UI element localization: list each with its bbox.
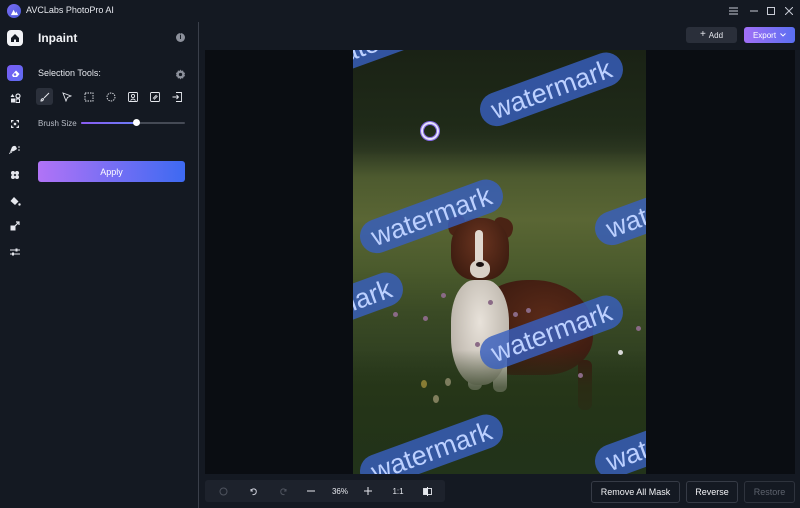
info-icon[interactable]: i [176, 33, 185, 42]
redo-icon [279, 487, 286, 495]
photo-flower [636, 326, 641, 331]
close-icon[interactable] [781, 3, 797, 19]
photo-flower [488, 300, 493, 305]
rail-item-object-removal[interactable] [7, 90, 23, 106]
photo-flower [513, 312, 518, 317]
panel-title: Inpaint [38, 31, 78, 45]
minimize-icon[interactable] [746, 3, 762, 19]
actual-size-button[interactable]: 1:1 [388, 483, 408, 499]
rail-item-enhance[interactable] [7, 116, 23, 132]
brush-cursor [421, 122, 439, 140]
reverse-button[interactable]: Reverse [686, 481, 738, 503]
pattern-select-icon [149, 91, 160, 102]
rail-item-upscale[interactable] [7, 218, 23, 234]
tool-import[interactable] [168, 88, 185, 105]
watermark-mask[interactable]: watermark [590, 166, 646, 250]
panel-resize-handle[interactable] [198, 22, 199, 508]
import-icon [172, 91, 182, 102]
tool-hatch[interactable] [146, 88, 163, 105]
pointer-icon [61, 91, 72, 102]
rail-item-background[interactable] [7, 141, 23, 157]
brush-size-slider[interactable] [81, 119, 185, 126]
minus-icon [307, 490, 315, 492]
paint-bucket-icon [10, 196, 21, 206]
watermark-mask[interactable]: watermark [353, 267, 408, 351]
rail-item-adjust[interactable] [7, 244, 23, 260]
reset-icon [219, 487, 227, 495]
zoom-out-button[interactable] [303, 483, 319, 499]
shapes-icon [10, 92, 21, 103]
restore-button[interactable]: Restore [744, 481, 795, 503]
brush-size-label: Brush Size [38, 119, 77, 128]
photo-image[interactable]: watermark watermark watermark watermark … [353, 50, 646, 474]
zoom-in-button[interactable] [360, 483, 376, 499]
compare-icon [422, 486, 432, 496]
undo-button[interactable] [245, 483, 261, 499]
tool-lasso[interactable] [58, 88, 75, 105]
export-label: Export [752, 30, 777, 40]
app-logo-icon [7, 4, 21, 18]
compare-button[interactable] [419, 483, 435, 499]
rail-item-inpaint[interactable] [7, 65, 23, 81]
sliders-icon [10, 248, 20, 256]
expand-icon [11, 120, 19, 128]
tool-brush[interactable] [36, 88, 53, 105]
slider-fill [81, 122, 137, 124]
slider-thumb[interactable] [133, 119, 141, 126]
redo-button[interactable] [275, 483, 291, 499]
photo-flower [618, 350, 623, 355]
export-button[interactable]: Export [744, 27, 795, 43]
rect-select-icon [84, 92, 93, 101]
tool-rectangle[interactable] [80, 88, 97, 105]
app-title: AVCLabs PhotoPro AI [26, 5, 114, 15]
zoom-level: 36% [331, 486, 348, 496]
selection-tools-label: Selection Tools: [38, 68, 101, 78]
menu-icon[interactable] [725, 3, 741, 19]
chevron-down-icon [780, 33, 786, 37]
plus-icon [364, 487, 372, 495]
resize-arrow-icon [10, 221, 20, 231]
person-cutout-icon [9, 145, 20, 154]
rail-item-colorize[interactable] [7, 193, 23, 209]
brush-icon [39, 92, 49, 102]
portrait-select-icon [127, 91, 138, 102]
reset-button[interactable] [215, 483, 231, 499]
photo-dog-nose [476, 262, 484, 267]
add-button[interactable]: + Add [686, 27, 737, 43]
photo-flower [441, 293, 446, 298]
photo-flower [578, 373, 583, 378]
clover-icon [11, 171, 19, 179]
tool-ellipse[interactable] [102, 88, 119, 105]
tool-subject[interactable] [124, 88, 141, 105]
photo-flower [433, 395, 439, 403]
photo-flower [393, 312, 398, 317]
remove-all-mask-button[interactable]: Remove All Mask [591, 481, 680, 503]
plus-icon: + [699, 29, 706, 40]
inpaint-panel: Inpaint i Selection Tools: Brush Size Ap… [30, 22, 198, 508]
maximize-icon[interactable] [763, 3, 779, 19]
app-window: AVCLabs PhotoPro AI Inpaint i Selection … [0, 0, 800, 508]
editing-canvas[interactable]: watermark watermark watermark watermark … [205, 50, 795, 474]
gear-icon[interactable] [175, 67, 186, 80]
undo-icon [250, 487, 257, 495]
photo-flower [445, 378, 451, 386]
photo-flower [475, 342, 480, 347]
rail-item-effects[interactable] [7, 167, 23, 183]
photo-flower [423, 316, 428, 321]
apply-button[interactable]: Apply [38, 161, 185, 182]
add-label: Add [708, 30, 724, 40]
home-icon [11, 34, 19, 42]
ellipse-select-icon [106, 92, 115, 101]
tool-rail [0, 22, 30, 508]
selection-toolbar [36, 88, 185, 105]
photo-flower [526, 308, 531, 313]
eraser-icon [11, 70, 19, 77]
rail-item-home[interactable] [7, 30, 23, 46]
photo-flower [421, 380, 427, 388]
zoom-toolbar: 36% 1:1 [205, 480, 445, 502]
title-bar: AVCLabs PhotoPro AI [0, 0, 800, 22]
